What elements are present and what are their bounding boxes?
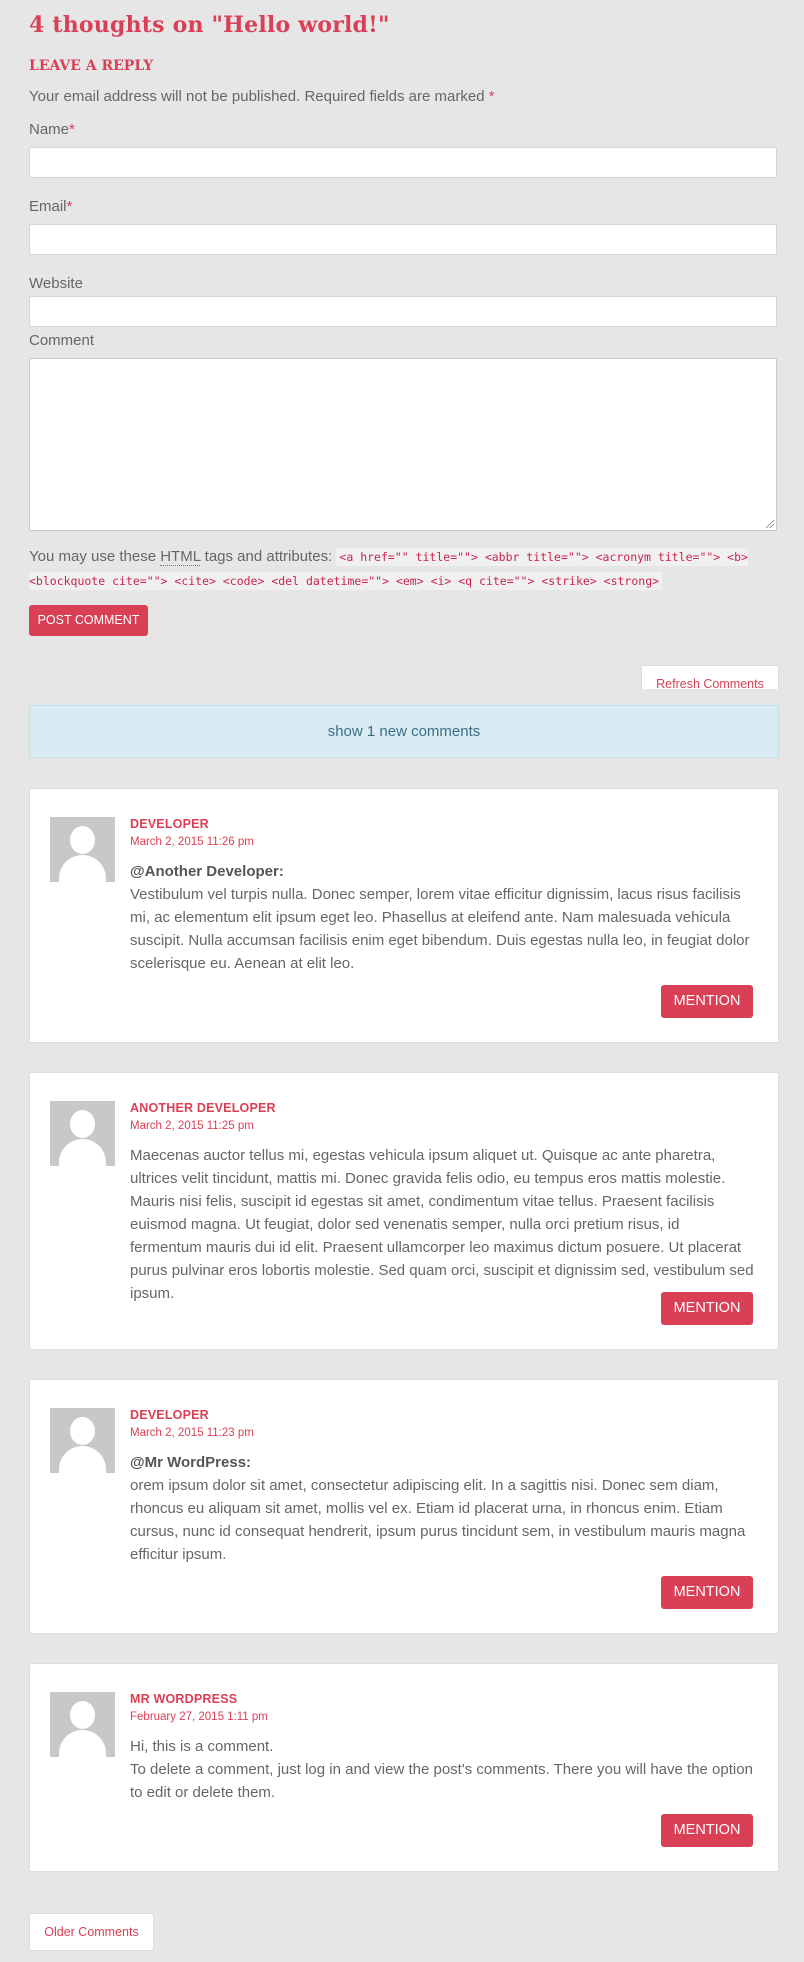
older-comments-button[interactable]: Older Comments [29, 1913, 154, 1951]
comment-body: Maecenas auctor tellus mi, egestas vehic… [130, 1144, 755, 1305]
comment-body: @Mr WordPress: orem ipsum dolor sit amet… [130, 1451, 755, 1566]
allowed-tags-suffix: tags and attributes: [204, 548, 333, 565]
required-mark: * [488, 88, 495, 105]
avatar [50, 1692, 115, 1757]
comment-notes: Your email address will not be published… [29, 88, 495, 105]
comment-card: MR WORDPRESS February 27, 2015 1:11 pm H… [29, 1663, 779, 1872]
comment-mention: @Mr WordPress: [130, 1454, 252, 1471]
email-label: Email* [29, 198, 72, 215]
avatar [50, 817, 115, 882]
comment-card: DEVELOPER March 2, 2015 11:23 pm @Mr Wor… [29, 1379, 779, 1634]
comment-body: @Another Developer: Vestibulum vel turpi… [130, 860, 755, 975]
comment-date[interactable]: March 2, 2015 11:25 pm [130, 1120, 254, 1132]
comment-author[interactable]: ANOTHER DEVELOPER [130, 1101, 276, 1115]
comment-date[interactable]: March 2, 2015 11:23 pm [130, 1427, 254, 1439]
html-abbr: HTML [160, 548, 201, 566]
mention-button[interactable]: MENTION [661, 1814, 753, 1847]
website-input[interactable] [29, 296, 777, 327]
name-input[interactable] [29, 147, 777, 178]
mention-button[interactable]: MENTION [661, 1576, 753, 1609]
post-comment-button[interactable]: POST COMMENT [29, 605, 148, 636]
comment-text: orem ipsum dolor sit amet, consectetur a… [130, 1477, 746, 1563]
comment-textarea[interactable] [29, 358, 777, 531]
name-label: Name* [29, 121, 75, 138]
comment-card: ANOTHER DEVELOPER March 2, 2015 11:25 pm… [29, 1072, 779, 1350]
comment-text: Hi, this is a comment. [130, 1738, 274, 1755]
new-comments-notice[interactable]: show 1 new comments [29, 705, 779, 758]
comment-text: Maecenas auctor tellus mi, egestas vehic… [130, 1147, 754, 1302]
avatar [50, 1408, 115, 1473]
comment-date[interactable]: February 27, 2015 1:11 pm [130, 1711, 268, 1723]
name-label-text: Name [29, 121, 70, 138]
resize-handle-icon[interactable] [766, 520, 774, 528]
mention-button[interactable]: MENTION [661, 1292, 753, 1325]
comment-date[interactable]: March 2, 2015 11:26 pm [130, 836, 254, 848]
comment-body: Hi, this is a comment. To delete a comme… [130, 1735, 755, 1804]
email-input[interactable] [29, 224, 777, 255]
email-label-text: Email [29, 198, 67, 215]
leave-reply-heading: LEAVE A REPLY [29, 58, 154, 74]
refresh-comments-button[interactable]: Refresh Comments [641, 665, 779, 689]
comment-author[interactable]: DEVELOPER [130, 817, 209, 831]
comment-text-2: To delete a comment, just log in and vie… [130, 1761, 753, 1801]
avatar [50, 1101, 115, 1166]
comment-label: Comment [29, 332, 95, 349]
comment-author[interactable]: MR WORDPRESS [130, 1692, 237, 1706]
comment-card: DEVELOPER March 2, 2015 11:26 pm @Anothe… [29, 788, 779, 1043]
comment-notes-text: Your email address will not be published… [29, 88, 485, 105]
name-required-mark: * [69, 121, 75, 138]
allowed-tags-note: You may use these HTML tags and attribut… [29, 545, 779, 593]
website-label: Website [29, 275, 83, 292]
allowed-tags-prefix: You may use these [29, 548, 157, 565]
comment-mention: @Another Developer: [130, 863, 284, 880]
comment-text: Vestibulum vel turpis nulla. Donec sempe… [130, 886, 750, 972]
comment-author[interactable]: DEVELOPER [130, 1408, 209, 1422]
comments-title: 4 thoughts on "Hello world!" [29, 12, 390, 38]
mention-button[interactable]: MENTION [661, 985, 753, 1018]
email-required-mark: * [66, 198, 73, 215]
